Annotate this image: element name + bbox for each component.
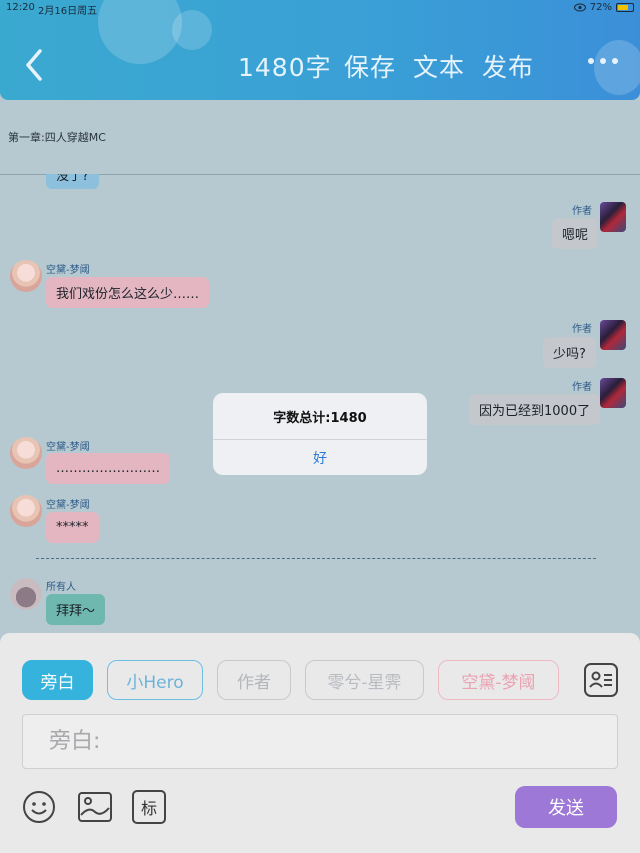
decor-bubble — [172, 10, 212, 50]
decor-bubble — [594, 40, 640, 95]
sender-name: 作者 — [572, 382, 592, 393]
chat-bubble: 少吗? — [543, 337, 596, 368]
kongdai-avatar[interactable] — [10, 437, 42, 469]
role-narration[interactable]: 旁白 — [22, 660, 93, 700]
emoji-glyph — [23, 791, 55, 823]
image-glyph — [78, 792, 112, 822]
battery-icon — [616, 3, 634, 12]
chat-bubble: 嗯呢 — [552, 218, 599, 249]
author-avatar[interactable] — [600, 320, 626, 350]
dialog-title: 字数总计:1480 — [213, 393, 427, 440]
top-header: 12:20 2月16日周五 72% 1480字 保存 文本 发布 — [0, 0, 640, 100]
kongdai-avatar[interactable] — [10, 260, 42, 292]
contact-card-icon[interactable] — [584, 663, 618, 697]
chapter-title: 第一章:四人穿越MC — [8, 131, 106, 144]
dialog-ok-button[interactable]: 好 — [213, 440, 427, 475]
mark-button[interactable]: 标 — [132, 790, 166, 824]
author-avatar[interactable] — [600, 378, 626, 408]
status-bar: 12:20 2月16日周五 72% — [0, 0, 640, 17]
section-divider — [36, 558, 596, 559]
battery-fill — [618, 5, 629, 10]
status-time: 12:20 — [6, 2, 35, 13]
status-date: 2月16日周五 — [38, 6, 98, 17]
sender-name: 作者 — [572, 206, 592, 217]
message-input-box[interactable] — [22, 714, 618, 769]
sender-name: 空黛-梦阈 — [46, 500, 90, 511]
publish-button[interactable]: 发布 — [482, 48, 534, 84]
message-input[interactable] — [23, 715, 617, 768]
send-button[interactable]: 发送 — [515, 786, 617, 828]
image-icon[interactable] — [77, 790, 113, 824]
role-lingxi[interactable]: 零兮-星霁 — [305, 660, 424, 700]
chat-bubble: 没了? — [46, 174, 99, 189]
eye-icon — [573, 3, 586, 12]
sender-name: 空黛-梦阈 — [46, 442, 90, 453]
author-avatar[interactable] — [600, 202, 626, 232]
word-count[interactable]: 1480字 — [238, 48, 332, 84]
role-hero[interactable]: 小Hero — [107, 660, 203, 700]
emoji-icon[interactable] — [22, 790, 56, 824]
battery-percent: 72% — [589, 2, 612, 13]
text-button[interactable]: 文本 — [413, 48, 465, 84]
chat-bubble: ***** — [46, 512, 99, 543]
status-right: 72% — [573, 2, 634, 13]
save-button[interactable]: 保存 — [344, 48, 396, 84]
role-author[interactable]: 作者 — [217, 660, 291, 700]
kongdai-avatar[interactable] — [10, 495, 42, 527]
role-kongdai[interactable]: 空黛-梦阈 — [438, 660, 559, 700]
chat-bubble: 拜拜～ — [46, 594, 106, 625]
chat-bubble: …………………… — [46, 453, 170, 484]
sender-name: 所有人 — [46, 582, 76, 593]
chat-bubble: 因为已经到1000了 — [469, 394, 601, 425]
chat-bubble: 我们戏份怎么这么少…… — [46, 277, 210, 308]
sender-name: 空黛-梦阈 — [46, 265, 90, 276]
word-count-dialog: 字数总计:1480 好 — [213, 393, 427, 475]
back-chevron-icon — [26, 49, 42, 81]
more-icon[interactable] — [588, 58, 618, 64]
group-avatar[interactable] — [10, 578, 42, 610]
contact-card-glyph — [589, 671, 612, 688]
sender-name: 作者 — [572, 324, 592, 335]
back-button[interactable] — [20, 45, 50, 85]
